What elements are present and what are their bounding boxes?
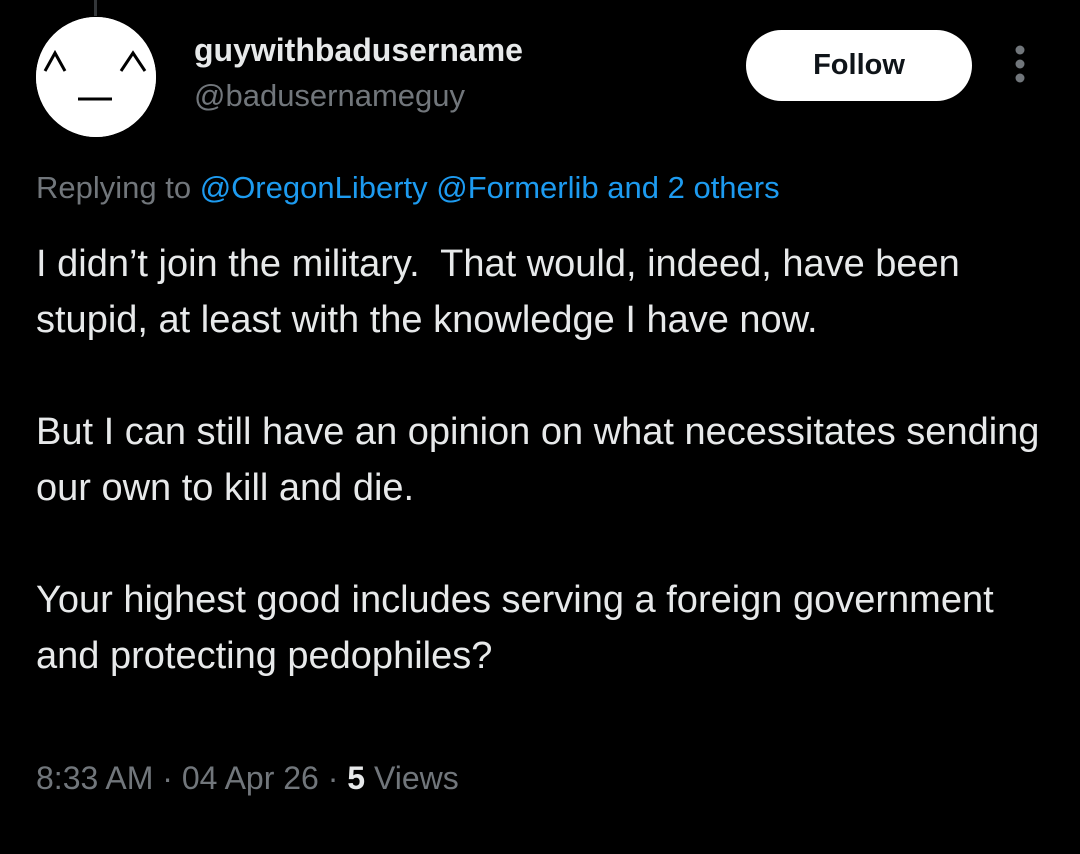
views-label: Views xyxy=(365,760,459,796)
mention-link-oregonliberty[interactable]: @OregonLiberty xyxy=(200,170,428,205)
mention-link-formerlib[interactable]: @Formerlib xyxy=(436,170,598,205)
more-vertical-icon[interactable] xyxy=(1000,42,1040,90)
meta-separator: · xyxy=(153,760,182,796)
kaomoji-face-avatar-icon xyxy=(36,17,156,137)
post-paragraph: But I can still have an opinion on what … xyxy=(36,411,1050,509)
post-body: I didn’t join the military. That would, … xyxy=(36,236,1066,684)
views-count[interactable]: 5 xyxy=(347,760,365,796)
thread-connector-line xyxy=(94,0,97,16)
post-time[interactable]: 8:33 AM xyxy=(36,760,153,796)
post-date[interactable]: 04 Apr 26 xyxy=(182,760,319,796)
post-paragraph: Your highest good includes serving a for… xyxy=(36,579,1005,677)
avatar[interactable] xyxy=(36,17,156,137)
author-display-name[interactable]: guywithbadusername xyxy=(194,32,523,69)
post-meta: 8:33 AM · 04 Apr 26 · 5 Views xyxy=(36,760,459,797)
replying-to-line: Replying to @OregonLiberty @Formerlib an… xyxy=(36,170,780,206)
post-paragraph: I didn’t join the military. That would, … xyxy=(36,243,971,341)
meta-separator: · xyxy=(318,760,348,796)
mention-link-others[interactable]: and 2 others xyxy=(607,170,779,205)
follow-button[interactable]: Follow xyxy=(746,30,972,101)
replying-to-prefix: Replying to xyxy=(36,170,200,205)
author-handle[interactable]: @badusernameguy xyxy=(194,78,465,114)
